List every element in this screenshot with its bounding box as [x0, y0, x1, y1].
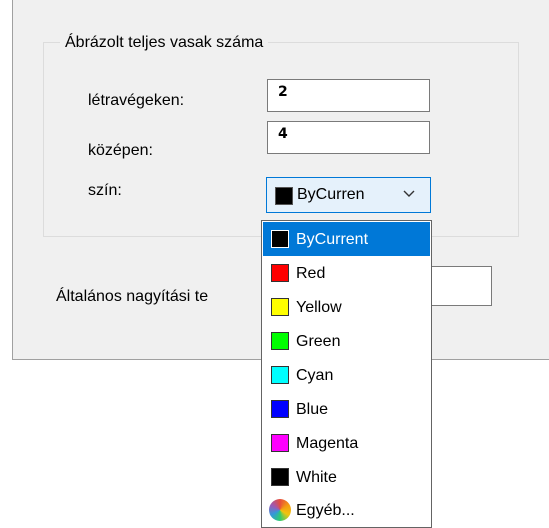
- color-dropdown-list: ByCurrent Red Yellow Green Cyan Blue Mag…: [261, 220, 432, 528]
- color-option-other[interactable]: Egyéb...: [263, 493, 430, 527]
- color-option-white[interactable]: White: [263, 460, 430, 494]
- ends-label: létravégeken:: [88, 92, 185, 109]
- color-wheel-icon: [269, 499, 291, 521]
- color-swatch: [275, 187, 293, 205]
- middle-count-input[interactable]: 4: [267, 121, 430, 154]
- color-option-cyan[interactable]: Cyan: [263, 358, 430, 392]
- group-title: Ábrázolt teljes vasak száma: [60, 34, 269, 52]
- scale-label: Általános nagyítási te: [56, 288, 209, 305]
- color-swatch: [271, 298, 289, 316]
- color-combobox[interactable]: ByCurren: [266, 177, 431, 213]
- color-swatch: [271, 400, 289, 418]
- ends-count-input[interactable]: 2: [267, 79, 430, 112]
- color-option-red[interactable]: Red: [263, 256, 430, 290]
- color-combobox-value: ByCurren: [297, 186, 365, 203]
- middle-label: középen:: [88, 142, 153, 159]
- color-option-yellow[interactable]: Yellow: [263, 290, 430, 324]
- color-option-green[interactable]: Green: [263, 324, 430, 358]
- color-swatch: [271, 264, 289, 282]
- color-swatch: [271, 366, 289, 384]
- color-option-blue[interactable]: Blue: [263, 392, 430, 426]
- color-swatch: [271, 332, 289, 350]
- color-label: szín:: [88, 182, 122, 199]
- color-swatch: [271, 230, 289, 248]
- chevron-down-icon: [402, 186, 416, 203]
- color-swatch: [271, 434, 289, 452]
- color-swatch: [271, 468, 289, 486]
- color-option-magenta[interactable]: Magenta: [263, 426, 430, 460]
- color-option-bycurrent[interactable]: ByCurrent: [263, 222, 430, 256]
